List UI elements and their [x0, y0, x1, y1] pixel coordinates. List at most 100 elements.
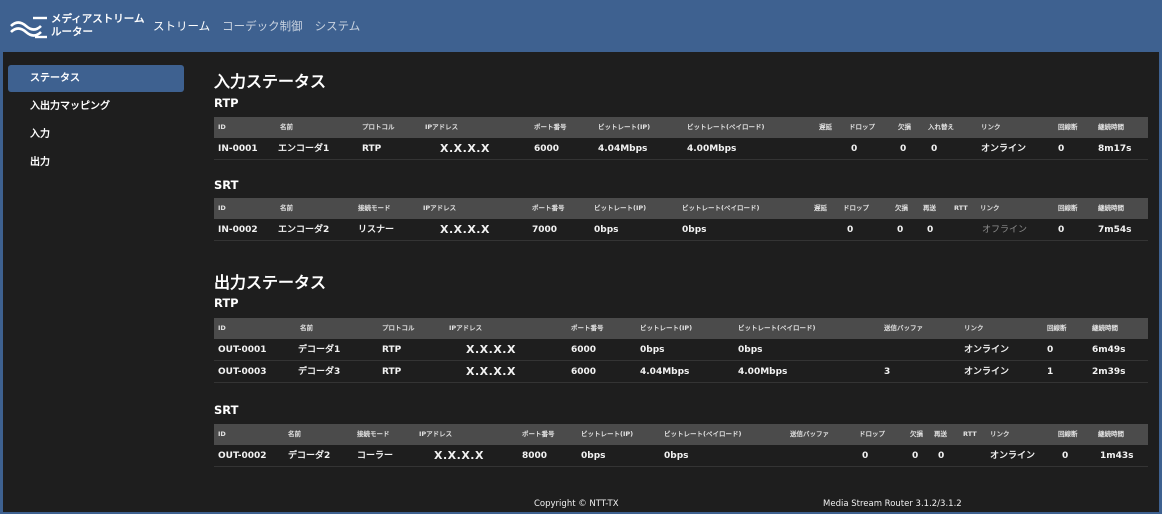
- cell-link: オフライン: [982, 225, 1028, 235]
- header-bitrate-payload: ビットレート(ペイロード): [682, 204, 760, 212]
- input-srt-label: SRT: [214, 178, 239, 192]
- table-header: ID 名前 接続モード IPアドレス ポート番号 ビットレート(IP) ビットレ…: [214, 424, 1148, 445]
- input-rtp-label: RTP: [214, 96, 239, 110]
- table-row[interactable]: OUT-0002 デコーダ2 コーラー X.X.X.X 8000 0bps 0b…: [214, 445, 1148, 467]
- cell-drop: 0: [851, 144, 858, 154]
- cell-protocol: RTP: [362, 144, 382, 154]
- header-port: ポート番号: [571, 324, 604, 332]
- cell-ip: X.X.X.X: [466, 343, 516, 356]
- header-ip: IPアドレス: [423, 204, 457, 212]
- cell-id: OUT-0002: [218, 451, 267, 461]
- top-nav: ストリーム コーデック制御 システム: [153, 18, 360, 34]
- header-duration: 継続時間: [1098, 430, 1124, 438]
- cell-send-buffer: 3: [884, 367, 891, 377]
- cell-duration: 1m43s: [1100, 451, 1134, 461]
- cell-port: 6000: [571, 367, 597, 377]
- header-link: リンク: [964, 324, 984, 332]
- sidebar-item-input[interactable]: 入力: [8, 121, 184, 148]
- cell-protocol: RTP: [382, 367, 402, 377]
- brand-line-1: メディアストリーム: [51, 13, 145, 25]
- cell-connection-mode: リスナー: [358, 225, 395, 235]
- table-row[interactable]: OUT-0001 デコーダ1 RTP X.X.X.X 6000 0bps 0bp…: [214, 339, 1148, 361]
- table-header: ID 名前 プロトコル IPアドレス ポート番号 ビットレート(IP) ビットレ…: [214, 318, 1148, 339]
- cell-duration: 2m39s: [1092, 367, 1126, 377]
- header-latency: 遅延: [814, 204, 827, 212]
- nav-codec-control[interactable]: コーデック制御: [222, 18, 303, 34]
- cell-bitrate-ip: 4.04Mbps: [598, 144, 648, 154]
- cell-bitrate-payload: 4.00Mbps: [738, 367, 788, 377]
- header-loss: 欠損: [910, 430, 923, 438]
- header-name: 名前: [300, 324, 313, 332]
- cell-duration: 6m49s: [1092, 345, 1126, 355]
- cell-port: 7000: [532, 225, 558, 235]
- table-row[interactable]: OUT-0003 デコーダ3 RTP X.X.X.X 6000 4.04Mbps…: [214, 361, 1148, 383]
- header-id: ID: [218, 123, 226, 131]
- cell-protocol: RTP: [382, 345, 402, 355]
- cell-link: オンライン: [981, 144, 1027, 154]
- output-srt-table: ID 名前 接続モード IPアドレス ポート番号 ビットレート(IP) ビットレ…: [214, 424, 1148, 467]
- cell-loss: 0: [900, 144, 907, 154]
- header-bitrate-ip: ビットレート(IP): [640, 324, 693, 332]
- table-row[interactable]: IN-0001 エンコーダ1 RTP X.X.X.X 6000 4.04Mbps…: [214, 138, 1148, 160]
- header-port: ポート番号: [534, 123, 567, 131]
- header-id: ID: [218, 204, 226, 212]
- cell-duration: 7m54s: [1098, 225, 1132, 235]
- cell-retransmit: 0: [938, 451, 945, 461]
- header-loss: 欠損: [898, 123, 911, 131]
- header-send-buffer: 送信バッファ: [884, 324, 923, 332]
- cell-port: 6000: [534, 144, 560, 154]
- header-link: リンク: [980, 204, 1000, 212]
- cell-duration: 8m17s: [1098, 144, 1132, 154]
- header-disconnect: 回線断: [1058, 204, 1078, 212]
- header-name: 名前: [280, 204, 293, 212]
- table-row[interactable]: IN-0002 エンコーダ2 リスナー X.X.X.X 7000 0bps 0b…: [214, 219, 1148, 241]
- header-id: ID: [218, 430, 226, 438]
- sidebar-item-status[interactable]: ステータス: [8, 65, 184, 92]
- cell-connection-mode: コーラー: [357, 451, 394, 461]
- brand-line-2: ルーター: [51, 26, 93, 38]
- header-disconnect: 回線断: [1047, 324, 1067, 332]
- output-srt-label: SRT: [214, 403, 239, 417]
- output-status-title: 出力ステータス: [214, 273, 327, 292]
- header-bitrate-payload: ビットレート(ペイロード): [687, 123, 765, 131]
- nav-system[interactable]: システム: [315, 18, 361, 34]
- header-link: リンク: [981, 123, 1001, 131]
- header-link: リンク: [990, 430, 1010, 438]
- footer-version: Media Stream Router 3.1.2/3.1.2: [823, 499, 962, 509]
- header-duration: 継続時間: [1098, 204, 1124, 212]
- header-drop: ドロップ: [849, 123, 875, 131]
- cell-id: OUT-0003: [218, 367, 267, 377]
- cell-name: エンコーダ2: [278, 225, 330, 235]
- sidebar-item-io-mapping[interactable]: 入出力マッピング: [8, 93, 184, 120]
- cell-disconnect: 0: [1058, 225, 1065, 235]
- cell-link: オンライン: [990, 451, 1036, 461]
- sidebar: ステータス 入出力マッピング 入力 出力: [8, 65, 184, 177]
- header-rtt: RTT: [954, 204, 968, 212]
- cell-disconnect: 0: [1062, 451, 1069, 461]
- cell-name: デコーダ2: [288, 451, 331, 461]
- header-duration: 継続時間: [1098, 123, 1124, 131]
- cell-port: 6000: [571, 345, 597, 355]
- input-srt-table: ID 名前 接続モード IPアドレス ポート番号 ビットレート(IP) ビットレ…: [214, 198, 1148, 241]
- cell-link: オンライン: [964, 345, 1010, 355]
- sidebar-item-output[interactable]: 出力: [8, 149, 184, 176]
- cell-disconnect: 1: [1047, 367, 1054, 377]
- brand-title: メディアストリーム ルーター: [51, 13, 145, 39]
- cell-name: デコーダ1: [298, 345, 341, 355]
- header-ip: IPアドレス: [449, 324, 483, 332]
- header-ip: IPアドレス: [425, 123, 459, 131]
- top-bar: メディアストリーム ルーター ストリーム コーデック制御 システム: [3, 3, 1159, 52]
- nav-streams[interactable]: ストリーム: [153, 18, 210, 34]
- cell-drop: 0: [847, 225, 854, 235]
- header-name: 名前: [288, 430, 301, 438]
- header-ip: IPアドレス: [419, 430, 453, 438]
- cell-link: オンライン: [964, 367, 1010, 377]
- header-port: ポート番号: [532, 204, 565, 212]
- cell-bitrate-payload: 0bps: [664, 451, 689, 461]
- cell-port: 8000: [522, 451, 548, 461]
- cell-disconnect: 0: [1047, 345, 1054, 355]
- cell-name: エンコーダ1: [278, 144, 330, 154]
- cell-bitrate-payload: 4.00Mbps: [687, 144, 737, 154]
- header-bitrate-ip: ビットレート(IP): [581, 430, 634, 438]
- cell-id: OUT-0001: [218, 345, 267, 355]
